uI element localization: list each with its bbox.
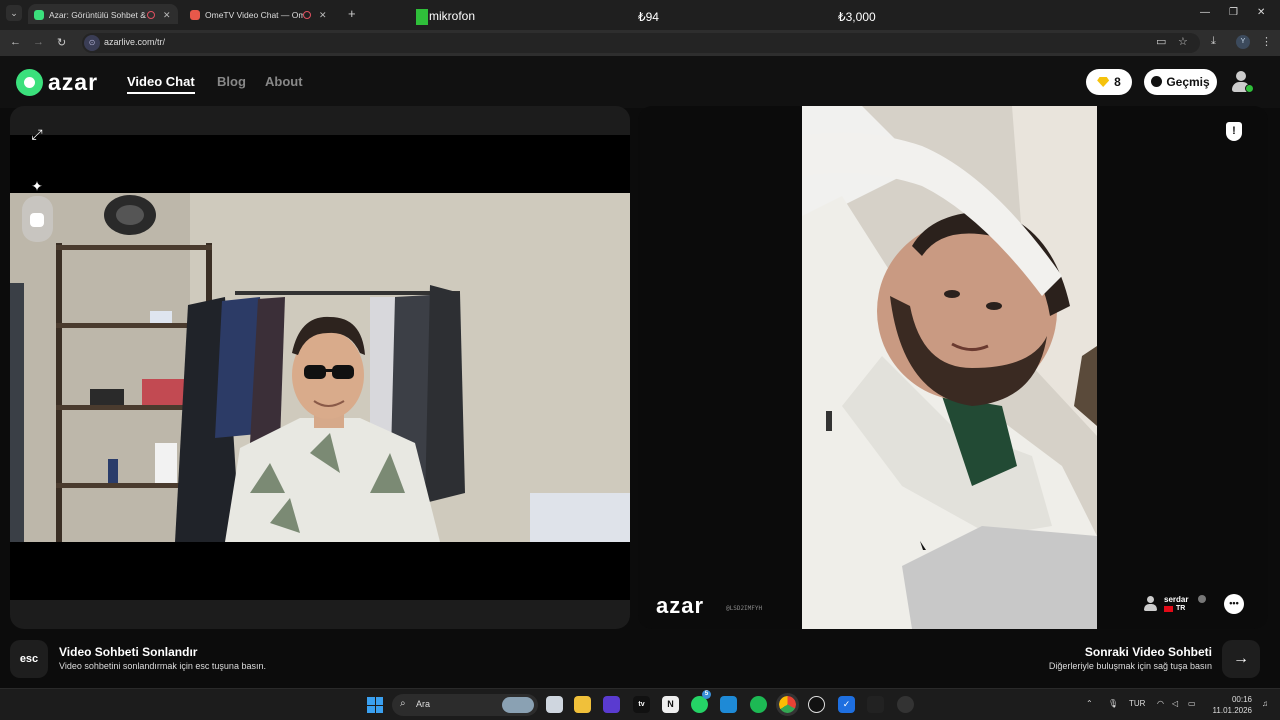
app-icon-purple[interactable]: [603, 696, 620, 713]
clock-date[interactable]: 11.01.2026: [1204, 706, 1252, 715]
tray-chevron-icon[interactable]: ⌃: [1086, 699, 1093, 708]
windows-taskbar: ⌕ Ara tv N 5 ✓ ⌃ 🎙 TUR ◠ ◁ ▭ 00:16 11.01…: [0, 688, 1280, 720]
clock-time[interactable]: 00:16: [1212, 695, 1252, 704]
tab-azar[interactable]: Azar: Görüntülü Sohbet & Y ✕: [28, 4, 178, 24]
minimize-icon[interactable]: —: [1200, 7, 1210, 18]
overlay-value-1: ₺94: [638, 10, 659, 24]
todo-icon[interactable]: ✓: [838, 696, 855, 713]
forward-icon[interactable]: →: [33, 36, 44, 48]
peer-avatar-icon: [1144, 596, 1157, 611]
tab-search-button[interactable]: ⌄: [6, 5, 22, 21]
azar-favicon-icon: [34, 9, 44, 20]
end-chat-subtitle: Video sohbetini sonlandırmak için esc tu…: [59, 661, 266, 671]
close-tab-icon[interactable]: ✕: [163, 5, 171, 24]
address-bar[interactable]: ⊙ azarlive.com/tr/: [82, 33, 1200, 53]
vscode-icon[interactable]: [720, 696, 737, 713]
peer-badge-icon: [1198, 595, 1206, 603]
peer-camera-image: [802, 106, 1097, 629]
wifi-icon[interactable]: ◠: [1157, 699, 1164, 708]
recording-icon: [303, 10, 311, 19]
site-info-icon[interactable]: ⊙: [84, 35, 100, 51]
end-chat-title: Video Sohbeti Sonlandır: [59, 645, 198, 659]
browser-menu-icon[interactable]: ⋮: [1261, 35, 1272, 48]
filter-pill[interactable]: [22, 196, 53, 242]
next-chat-subtitle: Diğerleriyle buluşmak için sağ tuşa bası…: [1048, 661, 1212, 671]
download-icon[interactable]: ⤓: [1211, 35, 1216, 48]
gem-balance-button[interactable]: 8: [1086, 69, 1132, 95]
url-text[interactable]: azarlive.com/tr/: [104, 37, 165, 47]
expand-icon[interactable]: ⤢: [26, 123, 48, 145]
profile-avatar[interactable]: Y: [1236, 35, 1250, 49]
search-icon: ⌕: [400, 698, 406, 709]
volume-icon[interactable]: ◁: [1172, 699, 1178, 708]
notion-icon[interactable]: N: [662, 696, 679, 713]
sparkle-effects-icon[interactable]: ✦: [26, 175, 48, 197]
browser-tab-strip: ⌄ Azar: Görüntülü Sohbet & Y ✕ OmeTV Vide…: [0, 0, 1280, 30]
file-explorer-icon[interactable]: [574, 696, 591, 713]
self-video-feed: [10, 193, 630, 542]
turkey-flag-icon: [1164, 606, 1173, 612]
language-indicator[interactable]: TUR: [1129, 699, 1145, 708]
peer-info-card[interactable]: serdar TR: [1140, 592, 1210, 616]
nav-blog[interactable]: Blog: [217, 74, 246, 89]
restore-icon[interactable]: ❐: [1229, 7, 1238, 18]
task-view-icon[interactable]: [546, 696, 563, 713]
overlay-value-2: ₺3,000: [838, 10, 876, 24]
close-tab-icon[interactable]: ✕: [319, 5, 327, 24]
whatsapp-icon[interactable]: 5: [691, 690, 711, 713]
cast-icon[interactable]: ▭: [1156, 35, 1166, 48]
online-status-dot: [1245, 84, 1254, 93]
windows-start-icon[interactable]: [367, 697, 383, 713]
back-icon[interactable]: ←: [10, 36, 21, 48]
history-button[interactable]: Geçmiş: [1144, 69, 1217, 95]
recording-icon: [147, 10, 155, 19]
report-shield-icon[interactable]: !: [1226, 122, 1242, 141]
peer-video-panel: azar @LSD2IMFYH ! serdar TR •••: [638, 106, 1268, 629]
ometv-favicon-icon: [190, 9, 200, 20]
peer-name: serdar: [1164, 595, 1189, 604]
self-video-panel: ⤢ ✦: [10, 106, 630, 629]
reload-icon[interactable]: ↻: [57, 36, 66, 49]
microphone-icon[interactable]: 🎙: [1108, 699, 1118, 708]
site-header: azar Video Chat Blog About 8 Geçmiş: [0, 56, 1280, 108]
azar-watermark: azar: [656, 593, 705, 618]
peer-video-feed: [802, 106, 1097, 629]
chatgpt-icon[interactable]: [808, 696, 825, 713]
user-profile-icon[interactable]: [1228, 69, 1254, 95]
peer-country: TR: [1176, 605, 1186, 612]
next-chat-title: Sonraki Video Sohbeti: [1084, 645, 1212, 659]
chat-bubble-icon[interactable]: •••: [1224, 594, 1244, 614]
spotify-icon[interactable]: [750, 696, 767, 713]
apple-tv-icon[interactable]: tv: [633, 696, 650, 713]
self-camera-image: [10, 193, 630, 542]
chrome-icon[interactable]: [776, 693, 799, 716]
face-filter-icon[interactable]: [30, 213, 44, 227]
notification-bell-icon[interactable]: ♫: [1262, 699, 1268, 708]
azar-logo-icon: [16, 69, 43, 96]
app-icon-red-dot[interactable]: [897, 696, 914, 713]
mic-overlay: mikrofon: [416, 9, 475, 25]
mic-level-indicator: [416, 9, 428, 25]
clock-icon: [1151, 76, 1163, 87]
next-chat-arrow-button[interactable]: →: [1222, 640, 1260, 678]
watermark-id: @LSD2IMFYH: [726, 605, 763, 612]
nav-video-chat[interactable]: Video Chat: [127, 74, 195, 94]
whatsapp-badge: 5: [702, 690, 711, 699]
search-highlight-image: [502, 697, 534, 713]
bookmark-star-icon[interactable]: ☆: [1178, 35, 1188, 48]
end-chat-esc-button[interactable]: esc: [10, 640, 48, 678]
browser-toolbar: ← → ↻ ⊙ azarlive.com/tr/ ▭ ☆ ⤓ Y ⋮: [0, 30, 1280, 56]
taskbar-search[interactable]: ⌕ Ara: [392, 694, 538, 716]
app-icon-dark[interactable]: [867, 696, 884, 713]
gem-icon: [1097, 77, 1110, 87]
new-tab-button[interactable]: +: [348, 6, 356, 21]
battery-icon[interactable]: ▭: [1188, 699, 1196, 708]
close-window-icon[interactable]: ✕: [1257, 7, 1265, 18]
nav-about[interactable]: About: [265, 74, 303, 89]
tab-ometv[interactable]: OmeTV Video Chat — Ome ✕: [184, 4, 336, 24]
